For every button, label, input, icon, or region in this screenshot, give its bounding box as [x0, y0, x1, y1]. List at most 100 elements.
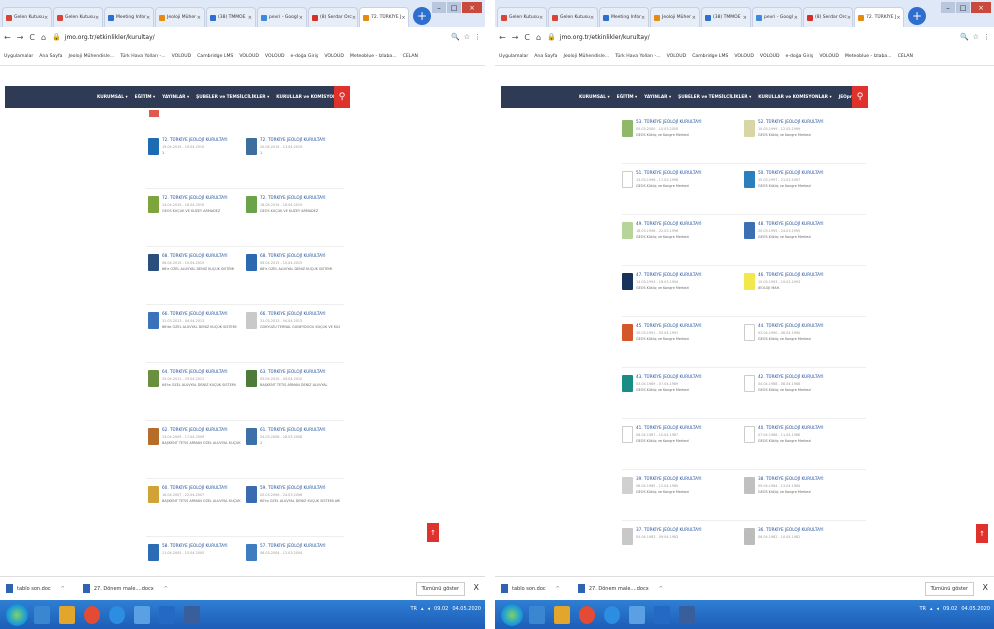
explorer-icon[interactable] [529, 605, 545, 624]
search-icon[interactable]: ⚲ [334, 86, 350, 108]
bookmark-item[interactable]: Jeoloji Mühendisle... [69, 54, 115, 59]
network-icon[interactable]: ▴ [421, 606, 424, 612]
event-title[interactable]: 50. TÜRKİYE JEOLOJİ KURULTAYI [758, 170, 838, 175]
show-all-downloads-button[interactable]: Tümünü göster [924, 582, 974, 596]
forward-icon[interactable]: → [17, 33, 24, 42]
event-title[interactable]: 66. TÜRKİYE JEOLOJİ KURULTAYI [162, 311, 242, 316]
event-cover-image[interactable] [744, 528, 755, 545]
bookmark-item[interactable]: Uygulamalar [4, 54, 33, 59]
event-cover-image[interactable] [744, 120, 755, 137]
browser-tab[interactable]: pevri - Googl × [257, 7, 307, 27]
browser-tab[interactable]: 72. TÜRKİYE J × [359, 7, 409, 27]
new-tab-button[interactable]: + [413, 7, 431, 25]
nav-menu-item[interactable]: JEOpraq [357, 95, 376, 100]
chevron-up-icon[interactable]: ^ [659, 586, 663, 592]
event-title[interactable]: 43. TÜRKİYE JEOLOJİ KURULTAYI [636, 374, 716, 379]
bookmark-item[interactable]: Cambridge LMS [197, 54, 233, 59]
event-cover-image[interactable] [246, 428, 257, 445]
event-card[interactable]: 43. TÜRKİYE JEOLOJİ KURULTAYI 03.04.1989 … [622, 369, 740, 419]
chrome-icon[interactable] [84, 605, 100, 624]
event-cover-image[interactable] [622, 528, 633, 545]
browser-tab[interactable]: (8) Serdar Orc × [308, 7, 358, 27]
star-icon[interactable]: ☆ [464, 33, 470, 41]
browser-tab[interactable]: (38) TMMOE × [206, 7, 256, 27]
event-cover-image[interactable] [246, 486, 257, 503]
event-card[interactable]: 57. TÜRKİYE JEOLOJİ KURULTAYI 08.03.2004 … [246, 538, 340, 576]
download-item[interactable]: tablo son.doc ^ [501, 584, 560, 593]
download-item[interactable]: tablo son.doc ^ [6, 584, 65, 593]
event-card[interactable]: 44. TÜRKİYE JEOLOJİ KURULTAYI 02.04.1990 … [744, 318, 862, 368]
event-title[interactable]: 53. TÜRKİYE JEOLOJİ KURULTAYI [636, 119, 716, 124]
bookmark-item[interactable]: CELAN [898, 54, 913, 59]
event-title[interactable]: 66. TÜRKİYE JEOLOJİ KURULTAYI [260, 311, 340, 316]
close-tab-icon[interactable]: × [794, 15, 798, 21]
event-cover-image[interactable] [622, 324, 633, 341]
maximize-button[interactable]: □ [447, 2, 461, 13]
event-title[interactable]: 40. TÜRKİYE JEOLOJİ KURULTAYI [758, 425, 838, 430]
event-title[interactable]: 41. TÜRKİYE JEOLOJİ KURULTAYI [636, 425, 716, 430]
new-tab-button[interactable]: + [908, 7, 926, 25]
event-title[interactable]: 68. TÜRKİYE JEOLOJİ KURULTAYI [162, 253, 242, 258]
chevron-up-icon[interactable]: ^ [556, 586, 560, 592]
event-title[interactable]: 39. TÜRKİYE JEOLOJİ KURULTAYI [636, 476, 716, 481]
event-card[interactable]: 61. TÜRKİYE JEOLOJİ KURULTAYI 24.03.2008 … [246, 422, 340, 477]
bookmark-item[interactable]: Ana Sayfa [534, 54, 557, 59]
event-title[interactable]: 72. TÜRKİYE JEOLOJİ KURULTAYI [162, 195, 242, 200]
nav-menu-item[interactable]: YAYINLAR ▾ [162, 95, 189, 100]
volume-icon[interactable]: ◂ [937, 606, 940, 612]
browser-tab[interactable]: 72. TÜRKİYE J × [854, 7, 904, 27]
event-title[interactable]: 57. TÜRKİYE JEOLOJİ KURULTAYI [260, 543, 340, 548]
event-card[interactable]: 40. TÜRKİYE JEOLOJİ KURULTAYI 07.04.1986 … [744, 420, 862, 470]
event-cover-image[interactable] [744, 273, 755, 290]
back-icon[interactable]: ← [4, 33, 11, 42]
browser-tab[interactable]: Gelen Kutusu × [2, 7, 52, 27]
close-tab-icon[interactable]: × [539, 15, 543, 21]
close-tab-icon[interactable]: × [590, 15, 594, 21]
event-title[interactable]: 36. TÜRKİYE JEOLOJİ KURULTAYI [758, 527, 838, 532]
bookmark-item[interactable]: Jeoloji Mühendisle... [564, 54, 610, 59]
download-item[interactable]: 27. Dönem male....docx ^ [82, 584, 168, 593]
event-title[interactable]: 61. TÜRKİYE JEOLOJİ KURULTAYI [260, 427, 340, 432]
close-tab-icon[interactable]: × [743, 15, 747, 21]
event-card[interactable]: 49. TÜRKİYE JEOLOJİ KURULTAYI 18.03.1996 … [622, 216, 740, 266]
app-icon[interactable] [134, 605, 150, 624]
event-cover-image[interactable] [148, 544, 159, 561]
event-card[interactable]: 58. TÜRKİYE JEOLOJİ KURULTAYI 11.04.2005 … [148, 538, 242, 576]
bookmark-item[interactable]: e-doğa Giriş [291, 54, 319, 59]
close-tab-icon[interactable]: × [197, 15, 201, 21]
event-cover-image[interactable] [246, 544, 257, 561]
bookmark-item[interactable]: VOLOUD [324, 54, 344, 59]
close-tab-icon[interactable]: × [401, 15, 405, 21]
event-card[interactable]: 66. TÜRKİYE JEOLOJİ KURULTAYI 31.03.2013 … [148, 306, 242, 361]
event-cover-image[interactable] [246, 254, 257, 271]
bookmark-item[interactable]: Meteoblue - Izlaba... [350, 54, 397, 59]
nav-menu-item[interactable]: ŞUBELER ve TEMSİLCİLİKLER ▾ [678, 95, 751, 100]
bookmark-item[interactable]: Uygulamalar [499, 54, 528, 59]
network-icon[interactable]: ▴ [930, 606, 933, 612]
reload-icon[interactable]: C [29, 33, 35, 42]
close-tab-icon[interactable]: × [146, 15, 150, 21]
close-tab-icon[interactable]: × [692, 15, 696, 21]
event-title[interactable]: 37. TÜRKİYE JEOLOJİ KURULTAYI [636, 527, 716, 532]
bookmark-item[interactable]: Cambridge LMS [692, 54, 728, 59]
event-cover-image[interactable] [622, 120, 633, 137]
event-cover-image[interactable] [148, 196, 159, 213]
event-card[interactable]: 51. TÜRKİYE JEOLOJİ KURULTAYI 13.03.1998 … [622, 165, 740, 215]
event-cover-image[interactable] [744, 477, 755, 494]
start-button[interactable] [501, 603, 523, 626]
app-icon[interactable] [184, 605, 200, 624]
bookmark-item[interactable]: VOLOUD [819, 54, 839, 59]
event-title[interactable]: 47. TÜRKİYE JEOLOJİ KURULTAYI [636, 272, 716, 277]
browser-tab[interactable]: (8) Serdar Orc × [803, 7, 853, 27]
word-icon[interactable] [654, 605, 670, 624]
minimize-button[interactable]: – [941, 2, 955, 13]
browser-tab[interactable]: pevri - Googl × [752, 7, 802, 27]
browser-tab[interactable]: (38) TMMOE × [701, 7, 751, 27]
ie-icon[interactable] [604, 605, 620, 624]
browser-tab[interactable]: Gelen Kutusu × [53, 7, 103, 27]
event-cover-image[interactable] [148, 370, 159, 387]
event-card[interactable]: 72. TÜRKİYE JEOLOJİ KURULTAYI 20.04.2019 … [246, 132, 340, 187]
home-icon[interactable]: ⌂ [536, 33, 541, 42]
bookmark-item[interactable]: VOLOUD [760, 54, 780, 59]
close-tab-icon[interactable]: × [44, 15, 48, 21]
